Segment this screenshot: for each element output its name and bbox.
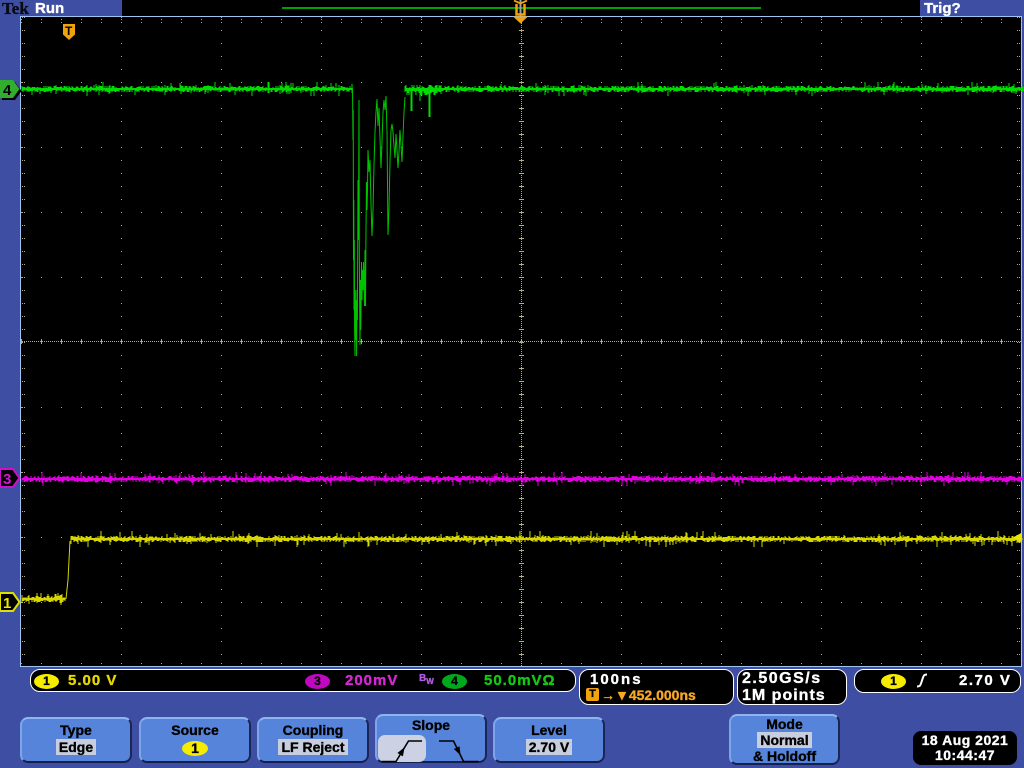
svg-text:T: T bbox=[65, 24, 73, 38]
svg-text:3: 3 bbox=[3, 471, 11, 488]
svg-text:4: 4 bbox=[3, 82, 12, 99]
svg-text:1: 1 bbox=[3, 595, 11, 612]
